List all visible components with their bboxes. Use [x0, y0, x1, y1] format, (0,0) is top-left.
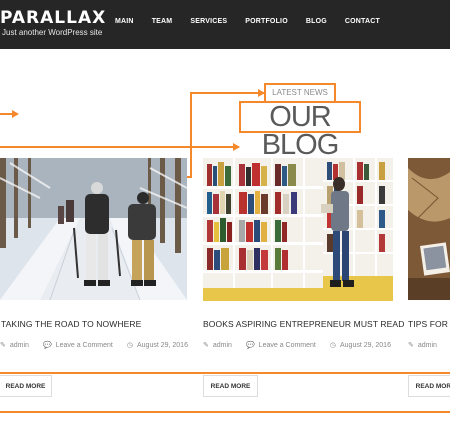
comments-meta: 💬 Leave a Comment: [42, 341, 113, 350]
pencil-icon: ✎: [408, 342, 414, 349]
nav-item-team[interactable]: TEAM: [152, 18, 173, 25]
post-image-travel-map[interactable]: [408, 158, 450, 300]
annotation-line: [0, 372, 450, 374]
post-title[interactable]: TAKING THE ROAD TO NOWHERE: [1, 319, 141, 329]
author-meta: ✎ admin: [203, 341, 232, 350]
author-meta: ✎ admin: [0, 341, 29, 350]
nav-item-blog[interactable]: BLOG: [306, 18, 327, 25]
pencil-icon: ✎: [0, 342, 6, 349]
comments-meta: 💬 Leave a Comment: [245, 341, 316, 350]
clock-icon: ◷: [329, 342, 336, 349]
section-eyebrow: LATEST NEWS: [264, 83, 336, 103]
post-author[interactable]: admin: [10, 342, 29, 349]
post-author[interactable]: admin: [213, 342, 232, 349]
annotation-line: [190, 92, 192, 178]
read-more-button[interactable]: READ MORE: [203, 375, 258, 397]
read-more-button[interactable]: READ MORE: [408, 375, 450, 397]
nav-item-main[interactable]: MAIN: [115, 18, 134, 25]
post-author[interactable]: admin: [418, 342, 437, 349]
bookshelves-illustration: [203, 158, 393, 301]
site-logo[interactable]: PARALLAX: [0, 8, 106, 28]
section-title: OUR BLOG: [239, 101, 361, 160]
post-title[interactable]: TIPS FOR S: [408, 319, 450, 329]
post-title[interactable]: BOOKS ASPIRING ENTREPRENEUR MUST READ: [203, 319, 404, 329]
nav-item-portfolio[interactable]: PORTFOLIO: [245, 18, 288, 25]
nav-item-services[interactable]: SERVICES: [190, 18, 227, 25]
post-date: August 29, 2016: [339, 341, 391, 349]
annotation-arrow: [12, 110, 19, 118]
date-meta: ◷ August 29, 2016: [329, 341, 391, 350]
post-image-bookshelves[interactable]: [203, 158, 393, 301]
date-meta: ◷ August 29, 2016: [126, 341, 188, 350]
author-meta: ✎ admin: [408, 341, 437, 350]
post-comments-link[interactable]: Leave a Comment: [259, 342, 316, 349]
post-meta: ✎ admin 💬 Leave a Comment ◷ August 29, 2016: [203, 341, 405, 350]
site-header: PARALLAX Just another WordPress site MAI…: [0, 0, 450, 49]
nav-item-contact[interactable]: CONTACT: [345, 18, 380, 25]
annotation-line: [0, 411, 450, 413]
read-more-button[interactable]: READ MORE: [0, 375, 52, 397]
annotation-line: [190, 92, 264, 94]
annotation-line: [0, 146, 239, 148]
post-image-snow-road[interactable]: [0, 158, 187, 300]
clock-icon: ◷: [126, 342, 133, 349]
snow-road-illustration: [0, 158, 187, 300]
pencil-icon: ✎: [203, 342, 209, 349]
comment-icon: 💬: [245, 342, 255, 349]
annotation-arrow: [233, 143, 240, 151]
travel-map-illustration: [408, 158, 450, 300]
post-date: August 29, 2016: [136, 341, 188, 349]
post-comments-link[interactable]: Leave a Comment: [56, 342, 113, 349]
post-meta: ✎ admin: [408, 341, 450, 350]
comment-icon: 💬: [42, 342, 52, 349]
post-meta: ✎ admin 💬 Leave a Comment ◷ August 29, 2016: [0, 341, 202, 350]
main-nav: MAIN TEAM SERVICES PORTFOLIO BLOG CONTAC…: [115, 18, 398, 25]
site-tagline: Just another WordPress site: [2, 28, 103, 37]
